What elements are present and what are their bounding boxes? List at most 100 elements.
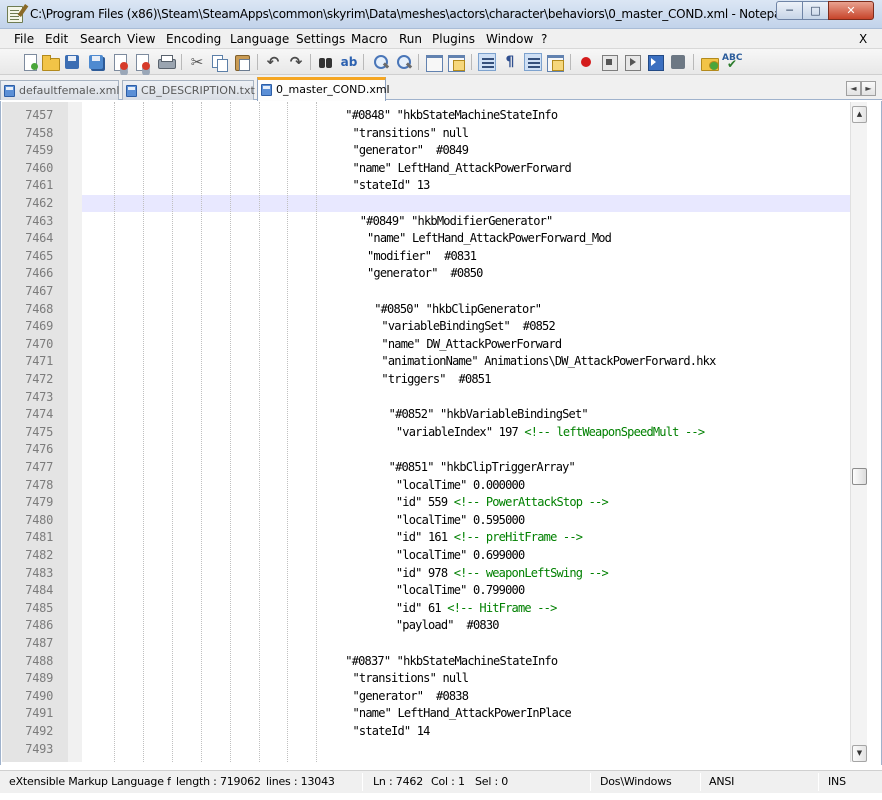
copy-icon[interactable]: [210, 53, 228, 72]
menu-window[interactable]: Window: [486, 32, 533, 46]
save-icon[interactable]: [63, 53, 81, 71]
stop-recording-icon[interactable]: [600, 53, 618, 71]
menu-search[interactable]: Search: [80, 32, 121, 46]
word-wrap-icon[interactable]: [478, 53, 496, 71]
code-line[interactable]: "localTime" 0.799000: [396, 582, 525, 599]
code-line[interactable]: "variableBindingSet" #0852: [381, 318, 555, 335]
code-line[interactable]: "transitions" null: [353, 670, 469, 687]
code-line[interactable]: "#0851" "hkbClipTriggerArray": [389, 459, 576, 476]
tab-0-master-cond-xml[interactable]: 0_master_COND.xml: [257, 77, 390, 101]
sync-vertical-icon[interactable]: [425, 53, 443, 72]
scroll-up-button[interactable]: ▲: [852, 106, 867, 123]
find-icon[interactable]: [317, 53, 335, 71]
code-line[interactable]: "triggers" #0851: [381, 371, 491, 388]
show-all-characters-icon[interactable]: ¶: [501, 53, 519, 71]
menu-view[interactable]: View: [127, 32, 155, 46]
playback-icon[interactable]: [623, 53, 641, 71]
scroll-down-button[interactable]: ▼: [852, 745, 867, 762]
code-line[interactable]: "payload" #0830: [396, 617, 500, 634]
code-line[interactable]: "#0852" "hkbVariableBindingSet": [389, 406, 589, 423]
new-file-icon[interactable]: [21, 53, 39, 71]
save-all-icon[interactable]: [87, 53, 105, 71]
close-icon[interactable]: [111, 53, 129, 71]
code-line[interactable]: "localTime" 0.699000: [396, 547, 525, 564]
maximize-button[interactable]: □: [802, 1, 829, 20]
minimize-button[interactable]: ─: [776, 1, 803, 20]
code-line[interactable]: "modifier" #0831: [367, 248, 477, 265]
code-line[interactable]: "transitions" null: [353, 125, 469, 142]
code-line[interactable]: "generator" #0849: [353, 142, 469, 159]
code-line[interactable]: "#0837" "hkbStateMachineStateInfo: [345, 653, 558, 670]
vertical-scrollbar[interactable]: ▲ ▼: [850, 102, 867, 762]
undo-icon[interactable]: ↶: [264, 53, 282, 71]
code-line[interactable]: "id" 978 <!-- weaponLeftSwing -->: [396, 565, 609, 582]
spell-check-icon[interactable]: ABC: [722, 53, 742, 71]
redo-icon[interactable]: ↷: [287, 53, 305, 71]
menu-edit[interactable]: Edit: [45, 32, 68, 46]
line-number: 7478: [25, 477, 53, 492]
code-line[interactable]: "name" LeftHand_AttackPowerInPlace: [353, 705, 572, 722]
run-macro-multiple-icon[interactable]: [646, 53, 664, 71]
scroll-thumb[interactable]: [852, 468, 867, 486]
text-area[interactable]: "#0848" "hkbStateMachineStateInfo "transi…: [82, 102, 850, 762]
replace-icon[interactable]: ab: [340, 53, 358, 71]
editor[interactable]: 7457 7458 7459 7460 7461 7462 7463 7464 7465 7466…: [0, 101, 882, 765]
sync-horizontal-icon[interactable]: [447, 53, 465, 72]
code-line[interactable]: "name" LeftHand_AttackPowerForward: [353, 160, 572, 177]
save-macro-icon[interactable]: [669, 53, 687, 71]
fold-margin[interactable]: [68, 102, 82, 762]
menu-settings[interactable]: Settings: [296, 32, 345, 46]
menu-run[interactable]: Run: [399, 32, 422, 46]
menu-help[interactable]: ?: [541, 32, 547, 46]
indent-guide-icon[interactable]: [524, 53, 542, 71]
line-number: 7489: [25, 671, 53, 686]
status-insert-mode[interactable]: INS: [828, 775, 846, 788]
cut-icon[interactable]: ✂: [188, 53, 206, 71]
tab-scroll-right-button[interactable]: ►: [861, 81, 876, 96]
menu-language[interactable]: Language: [230, 32, 289, 46]
status-line-endings[interactable]: Dos\Windows: [600, 775, 672, 788]
menu-macro[interactable]: Macro: [351, 32, 387, 46]
open-folder-icon[interactable]: [700, 53, 719, 71]
code-line[interactable]: "id" 61 <!-- HitFrame -->: [396, 600, 557, 617]
notepad-plus-plus-icon[interactable]: [7, 6, 23, 23]
user-defined-language-icon[interactable]: [546, 53, 564, 72]
line-number: 7485: [25, 600, 53, 615]
record-macro-icon[interactable]: [577, 53, 595, 71]
print-icon[interactable]: [157, 53, 176, 71]
tab-defaultfemale-xml[interactable]: defaultfemale.xml: [0, 80, 119, 100]
code-line[interactable]: "name" LeftHand_AttackPowerForward_Mod: [367, 230, 612, 247]
code-line[interactable]: "id" 161 <!-- preHitFrame -->: [396, 529, 583, 546]
zoom-in-icon[interactable]: [372, 53, 390, 71]
paste-icon[interactable]: [233, 53, 251, 71]
close-all-icon[interactable]: [133, 53, 151, 71]
code-comment: <!-- preHitFrame -->: [453, 530, 583, 545]
tab-scroll-left-button[interactable]: ◄: [846, 81, 861, 96]
code-line[interactable]: "variableIndex" 197 <!-- leftWeaponSpeed…: [396, 424, 705, 441]
code-line[interactable]: "generator" #0850: [367, 265, 483, 282]
code-line[interactable]: "generator" #0838: [353, 688, 469, 705]
code-text: "triggers" #0851: [381, 372, 491, 386]
menu-encoding[interactable]: Encoding: [166, 32, 221, 46]
line-number-gutter[interactable]: 7457 7458 7459 7460 7461 7462 7463 7464 7465 7466…: [2, 102, 68, 762]
code-line[interactable]: "animationName" Animations\DW_AttackPowe…: [381, 353, 716, 370]
code-text: "name" DW_AttackPowerForward: [381, 336, 562, 351]
zoom-out-icon[interactable]: [395, 53, 413, 71]
code-line[interactable]: "id" 559 <!-- PowerAttackStop -->: [396, 494, 609, 511]
code-line[interactable]: "name" DW_AttackPowerForward: [381, 336, 562, 353]
code-line[interactable]: "localTime" 0.000000: [396, 477, 525, 494]
tab-cb-description-txt[interactable]: CB_DESCRIPTION.txt: [122, 80, 255, 100]
close-window-button[interactable]: ✕: [828, 1, 874, 20]
status-line-count: lines : 13043: [266, 775, 335, 788]
code-line[interactable]: "#0849" "hkbModifierGenerator": [360, 213, 554, 230]
line-number: 7475: [25, 424, 53, 439]
open-file-icon[interactable]: [41, 53, 60, 71]
menu-plugins[interactable]: Plugins: [432, 32, 475, 46]
close-document-button[interactable]: X: [859, 32, 867, 46]
code-line[interactable]: "#0848" "hkbStateMachineStateInfo: [345, 107, 558, 124]
code-line[interactable]: "stateId" 13: [353, 177, 431, 194]
code-line[interactable]: "#0850" "hkbClipGenerator": [374, 301, 542, 318]
menu-file[interactable]: File: [14, 32, 34, 46]
code-line[interactable]: "localTime" 0.595000: [396, 512, 525, 529]
code-line[interactable]: "stateId" 14: [353, 723, 431, 740]
